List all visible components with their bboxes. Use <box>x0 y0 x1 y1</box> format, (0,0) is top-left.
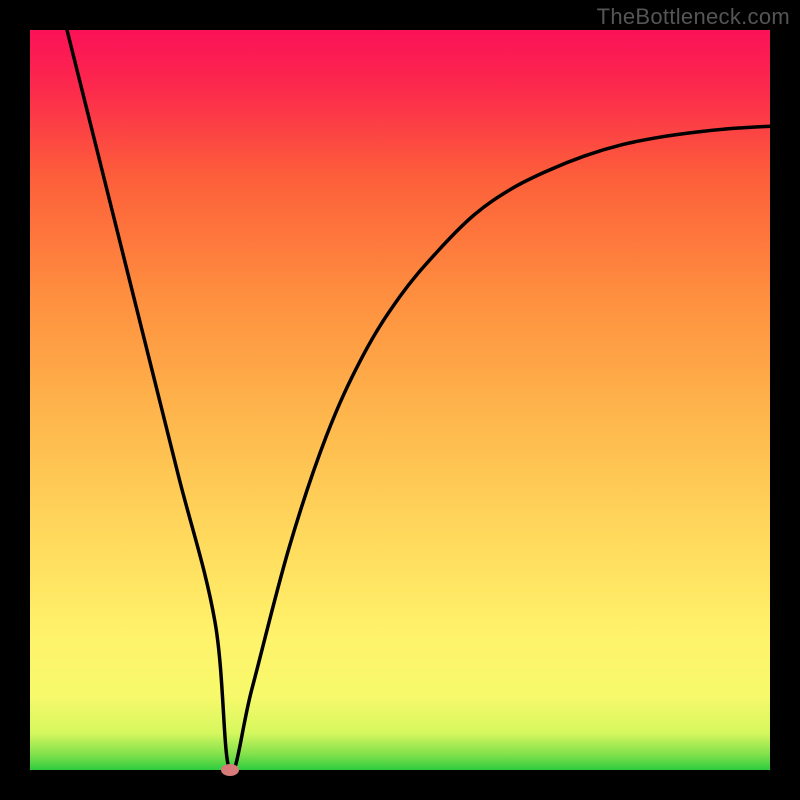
curve-line <box>67 30 770 772</box>
plot-area <box>30 30 770 770</box>
watermark-text: TheBottleneck.com <box>597 4 790 30</box>
bottleneck-curve <box>30 30 770 770</box>
optimal-point-marker <box>221 764 239 776</box>
chart-frame: TheBottleneck.com <box>0 0 800 800</box>
